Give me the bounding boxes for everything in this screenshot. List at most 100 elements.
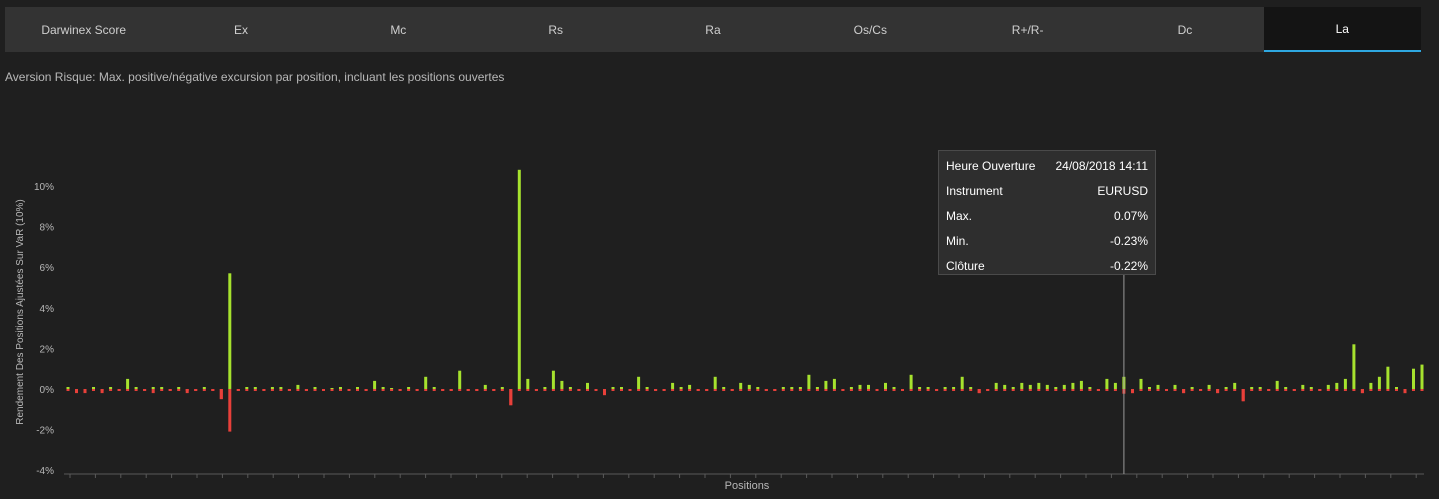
bar-min[interactable] xyxy=(194,389,198,391)
bar-min[interactable] xyxy=(424,389,428,391)
bar-max[interactable] xyxy=(960,376,964,389)
bar-min[interactable] xyxy=(1011,389,1015,391)
bar-max[interactable] xyxy=(747,384,751,389)
bar-min[interactable] xyxy=(304,389,308,391)
bar-min[interactable] xyxy=(75,389,78,394)
bar-max[interactable] xyxy=(739,382,743,389)
bar-min[interactable] xyxy=(407,389,411,391)
bar-max[interactable] xyxy=(1352,344,1356,389)
bar-min[interactable] xyxy=(884,389,887,391)
bar-max[interactable] xyxy=(943,387,947,389)
bar-max[interactable] xyxy=(1088,387,1092,389)
bar-min[interactable] xyxy=(1395,389,1398,391)
bar-min[interactable] xyxy=(534,389,538,391)
bar-max[interactable] xyxy=(109,387,113,389)
bar-min[interactable] xyxy=(364,389,368,391)
bar-min[interactable] xyxy=(1105,389,1109,391)
bar-max[interactable] xyxy=(253,387,257,389)
bar-max[interactable] xyxy=(645,387,649,389)
bar-max[interactable] xyxy=(1037,382,1041,389)
bar-min[interactable] xyxy=(1318,389,1322,391)
bar-min[interactable] xyxy=(1360,389,1364,394)
bar-max[interactable] xyxy=(526,378,530,389)
bar-min[interactable] xyxy=(92,389,95,391)
bar-max[interactable] xyxy=(688,384,692,389)
bar-max[interactable] xyxy=(160,387,164,389)
bar-max[interactable] xyxy=(1284,387,1288,389)
bar-min[interactable] xyxy=(594,389,598,391)
bar-max[interactable] xyxy=(458,370,462,389)
bar-max[interactable] xyxy=(296,384,300,389)
bar-min[interactable] xyxy=(832,389,836,391)
bar-min[interactable] xyxy=(262,389,266,391)
bar-min[interactable] xyxy=(1054,389,1058,391)
bar-max[interactable] xyxy=(867,384,870,389)
bar-min[interactable] xyxy=(645,389,649,391)
bar-min[interactable] xyxy=(858,389,862,391)
bar-max[interactable] xyxy=(952,387,956,389)
bar-max[interactable] xyxy=(1335,382,1339,389)
bar-max[interactable] xyxy=(381,387,385,389)
bar-min[interactable] xyxy=(1062,389,1066,391)
bar-min[interactable] xyxy=(1233,389,1237,391)
bar-min[interactable] xyxy=(1173,389,1177,391)
bar-max[interactable] xyxy=(1258,387,1262,389)
bar-max[interactable] xyxy=(815,387,819,389)
bar-max[interactable] xyxy=(824,380,828,389)
bar-max[interactable] xyxy=(884,382,887,389)
bar-min[interactable] xyxy=(1284,389,1288,391)
bar-min[interactable] xyxy=(747,389,751,391)
bar-min[interactable] xyxy=(875,389,879,391)
bar-min[interactable] xyxy=(662,389,666,391)
bar-max[interactable] xyxy=(92,387,95,389)
bar-min[interactable] xyxy=(637,389,641,391)
bar-max[interactable] xyxy=(586,382,589,389)
bar-min[interactable] xyxy=(279,389,283,391)
bar-min[interactable] xyxy=(739,389,743,391)
bar-min[interactable] xyxy=(960,389,964,391)
bar-min[interactable] xyxy=(483,389,487,391)
bar-min[interactable] xyxy=(185,389,189,394)
bar-min[interactable] xyxy=(517,389,521,391)
bar-max[interactable] xyxy=(926,387,930,389)
bar-min[interactable] xyxy=(1258,389,1262,391)
bar-min[interactable] xyxy=(849,389,853,391)
bar-min[interactable] xyxy=(688,389,692,391)
bar-min[interactable] xyxy=(1045,389,1049,391)
bar-max[interactable] xyxy=(637,376,641,389)
bar-max[interactable] xyxy=(1003,384,1007,389)
bar-max[interactable] xyxy=(679,387,683,389)
bar-min[interactable] xyxy=(177,389,181,391)
bar-min[interactable] xyxy=(705,389,709,391)
bar-max[interactable] xyxy=(671,382,675,389)
bar-min[interactable] xyxy=(935,389,939,391)
bar-min[interactable] xyxy=(969,389,973,391)
bar-min[interactable] xyxy=(1275,389,1279,391)
bar-min[interactable] xyxy=(867,389,870,391)
bar-max[interactable] xyxy=(1054,387,1058,389)
bar-max[interactable] xyxy=(228,273,232,389)
bar-min[interactable] xyxy=(977,389,981,394)
bar-max[interactable] xyxy=(1377,376,1381,389)
bar-max[interactable] xyxy=(1250,387,1254,389)
bar-min[interactable] xyxy=(202,389,206,391)
bar-min[interactable] xyxy=(356,389,359,391)
bar-max[interactable] xyxy=(832,378,836,389)
bar-max[interactable] xyxy=(722,387,726,389)
bar-max[interactable] xyxy=(1309,387,1313,389)
bar-min[interactable] xyxy=(994,389,998,391)
bar-min[interactable] xyxy=(1003,389,1007,391)
bar-min[interactable] xyxy=(151,389,155,394)
bar-min[interactable] xyxy=(611,389,615,391)
bar-max[interactable] xyxy=(424,376,428,389)
bar-max[interactable] xyxy=(1301,384,1305,389)
bar-min[interactable] xyxy=(219,389,223,400)
bar-max[interactable] xyxy=(1079,380,1083,389)
bar-max[interactable] xyxy=(1420,364,1424,389)
bar-max[interactable] xyxy=(270,387,274,389)
bar-max[interactable] xyxy=(713,376,717,389)
bar-min[interactable] xyxy=(543,389,547,391)
bar-max[interactable] xyxy=(1011,387,1015,389)
bar-max[interactable] xyxy=(500,387,504,389)
bar-min[interactable] xyxy=(1088,389,1092,391)
